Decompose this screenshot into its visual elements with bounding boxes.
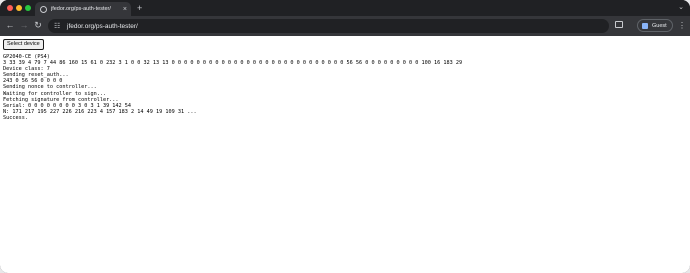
log-line: Success. — [3, 114, 28, 121]
site-settings-icon[interactable]: ☷ — [54, 22, 62, 30]
cast-icon[interactable] — [615, 21, 623, 28]
tab-title: jfedor.org/ps-auth-tester/ — [51, 6, 111, 12]
profile-button[interactable]: Guest — [637, 19, 673, 32]
forward-button[interactable]: → — [19, 20, 29, 31]
tab-strip: jfedor.org/ps-auth-tester/ × + ⌄ — [0, 0, 690, 16]
browser-window: jfedor.org/ps-auth-tester/ × + ⌄ ← → ↻ ☷… — [0, 0, 690, 273]
globe-icon — [40, 5, 47, 13]
kebab-menu-icon[interactable]: ⋮ — [678, 20, 686, 31]
tab-search-icon[interactable]: ⌄ — [678, 3, 684, 11]
maximize-window-button[interactable] — [25, 5, 31, 11]
address-bar[interactable]: ☷ jfedor.org/ps-auth-tester/ — [48, 19, 609, 33]
minimize-window-button[interactable] — [16, 5, 22, 11]
select-device-button[interactable]: Select device — [3, 39, 44, 50]
profile-label: Guest — [652, 22, 667, 29]
log-line: 3 33 39 4 79 7 44 86 160 15 61 0 232 3 1… — [3, 60, 463, 67]
new-tab-button[interactable]: + — [137, 3, 142, 13]
tab-active[interactable]: jfedor.org/ps-auth-tester/ × — [35, 2, 131, 16]
back-button[interactable]: ← — [5, 20, 15, 31]
reload-button[interactable]: ↻ — [33, 20, 43, 31]
guest-profile-icon — [642, 22, 648, 29]
url-text: jfedor.org/ps-auth-tester/ — [67, 22, 138, 30]
page-content: Select device GP2040-CE (PS4) 3 33 39 4 7… — [0, 36, 690, 273]
close-window-button[interactable] — [7, 5, 13, 11]
browser-toolbar: ← → ↻ ☷ jfedor.org/ps-auth-tester/ Guest… — [0, 16, 690, 36]
output-log: GP2040-CE (PS4) 3 33 39 4 79 7 44 86 160 … — [3, 54, 462, 121]
close-tab-icon[interactable]: × — [123, 6, 127, 13]
